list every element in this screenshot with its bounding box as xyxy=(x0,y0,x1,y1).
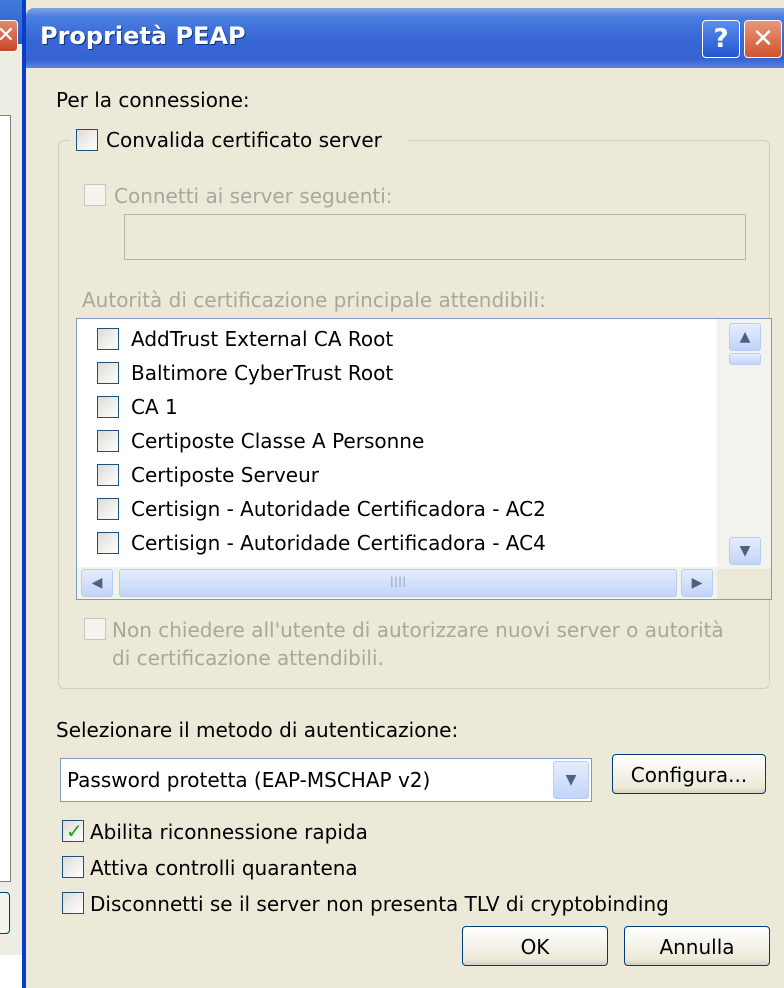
ca-checkbox[interactable] xyxy=(97,464,119,486)
configure-button[interactable]: Configura... xyxy=(612,754,766,794)
background-window-panel xyxy=(0,115,11,882)
no-prompt-label-line1: Non chiedere all'utente di autorizzare n… xyxy=(112,618,724,642)
ca-checkbox[interactable] xyxy=(97,328,119,350)
list-item[interactable]: AddTrust External CA Root xyxy=(77,323,717,357)
cryptobinding-label: Disconnetti se il server non presenta TL… xyxy=(90,892,669,916)
validate-cert-checkbox[interactable] xyxy=(76,129,98,151)
cryptobinding-checkbox[interactable] xyxy=(62,892,84,914)
auth-method-value: Password protetta (EAP-MSCHAP v2) xyxy=(67,768,431,792)
help-icon[interactable]: ? xyxy=(702,20,740,58)
cancel-button[interactable]: Annulla xyxy=(624,926,770,966)
connect-servers-label: Connetti ai server seguenti: xyxy=(114,184,393,208)
ca-label: Certiposte Classe A Personne xyxy=(131,429,425,453)
auth-method-label: Selezionare il metodo di autenticazione: xyxy=(56,718,459,742)
ca-label: Certiposte Serveur xyxy=(131,463,320,487)
connection-label: Per la connessione: xyxy=(56,88,250,112)
list-item[interactable]: Certisign - Autoridade Certificadora - A… xyxy=(77,493,717,527)
scroll-left-icon[interactable]: ◀ xyxy=(81,569,113,597)
horizontal-scroll-thumb[interactable]: IIII xyxy=(119,569,677,597)
trusted-ca-list[interactable]: AddTrust External CA Root Baltimore Cybe… xyxy=(76,318,772,600)
vertical-scroll-thumb[interactable] xyxy=(729,353,761,365)
ca-label: Baltimore CyberTrust Root xyxy=(131,361,394,385)
list-item[interactable]: Certisign - Autoridade Certificadora - A… xyxy=(77,527,717,561)
title-bar[interactable]: Proprietà PEAP ? ✕ xyxy=(26,8,784,68)
ca-label: Certisign - Autoridade Certificadora - A… xyxy=(131,497,546,521)
list-item[interactable]: CA 1 xyxy=(77,391,717,425)
scroll-down-icon[interactable]: ▼ xyxy=(729,537,761,565)
list-item[interactable]: Baltimore CyberTrust Root xyxy=(77,357,717,391)
ca-label: Certisign - Autoridade Certificadora - A… xyxy=(131,531,546,555)
background-window-button[interactable] xyxy=(0,892,10,934)
validate-cert-label: Convalida certificato server xyxy=(106,128,382,152)
scroll-right-icon[interactable]: ▶ xyxy=(681,569,713,597)
no-prompt-label-line2: di certificazione attendibili. xyxy=(112,646,384,670)
fast-reconnect-label: Abilita riconnessione rapida xyxy=(90,820,368,844)
scroll-up-icon[interactable]: ▲ xyxy=(729,323,761,351)
chevron-down-icon[interactable]: ▼ xyxy=(553,761,589,799)
vertical-scrollbar[interactable]: ▲ ▼ xyxy=(717,319,771,569)
server-names-field[interactable] xyxy=(124,214,746,260)
quarantine-checkbox[interactable] xyxy=(62,856,84,878)
close-icon[interactable]: ✕ xyxy=(744,20,782,58)
background-close-icon[interactable]: ✕ xyxy=(0,20,18,52)
auth-method-select[interactable]: Password protetta (EAP-MSCHAP v2) ▼ xyxy=(60,758,592,802)
dialog-title: Proprietà PEAP xyxy=(40,22,246,50)
peap-properties-dialog: Proprietà PEAP ? ✕ Per la connessione: C… xyxy=(22,0,784,988)
ca-checkbox[interactable] xyxy=(97,430,119,452)
quarantine-label: Attiva controlli quarantena xyxy=(90,856,358,880)
connect-servers-checkbox[interactable] xyxy=(84,184,106,206)
checkmark-icon: ✓ xyxy=(66,819,83,843)
ca-checkbox[interactable] xyxy=(97,532,119,554)
scroll-corner xyxy=(717,569,771,599)
no-prompt-checkbox[interactable] xyxy=(84,618,106,640)
horizontal-scrollbar[interactable]: ◀ IIII ▶ xyxy=(77,567,771,599)
list-item[interactable]: Certiposte Classe A Personne xyxy=(77,425,717,459)
ok-button[interactable]: OK xyxy=(462,926,608,966)
ca-checkbox[interactable] xyxy=(97,498,119,520)
fast-reconnect-checkbox[interactable]: ✓ xyxy=(62,819,84,843)
ca-label: AddTrust External CA Root xyxy=(131,327,394,351)
ca-checkbox[interactable] xyxy=(97,362,119,384)
ca-checkbox[interactable] xyxy=(97,396,119,418)
ca-label: CA 1 xyxy=(131,395,178,419)
trusted-ca-label: Autorità di certificazione principale at… xyxy=(82,288,546,312)
list-item[interactable]: Certiposte Serveur xyxy=(77,459,717,493)
